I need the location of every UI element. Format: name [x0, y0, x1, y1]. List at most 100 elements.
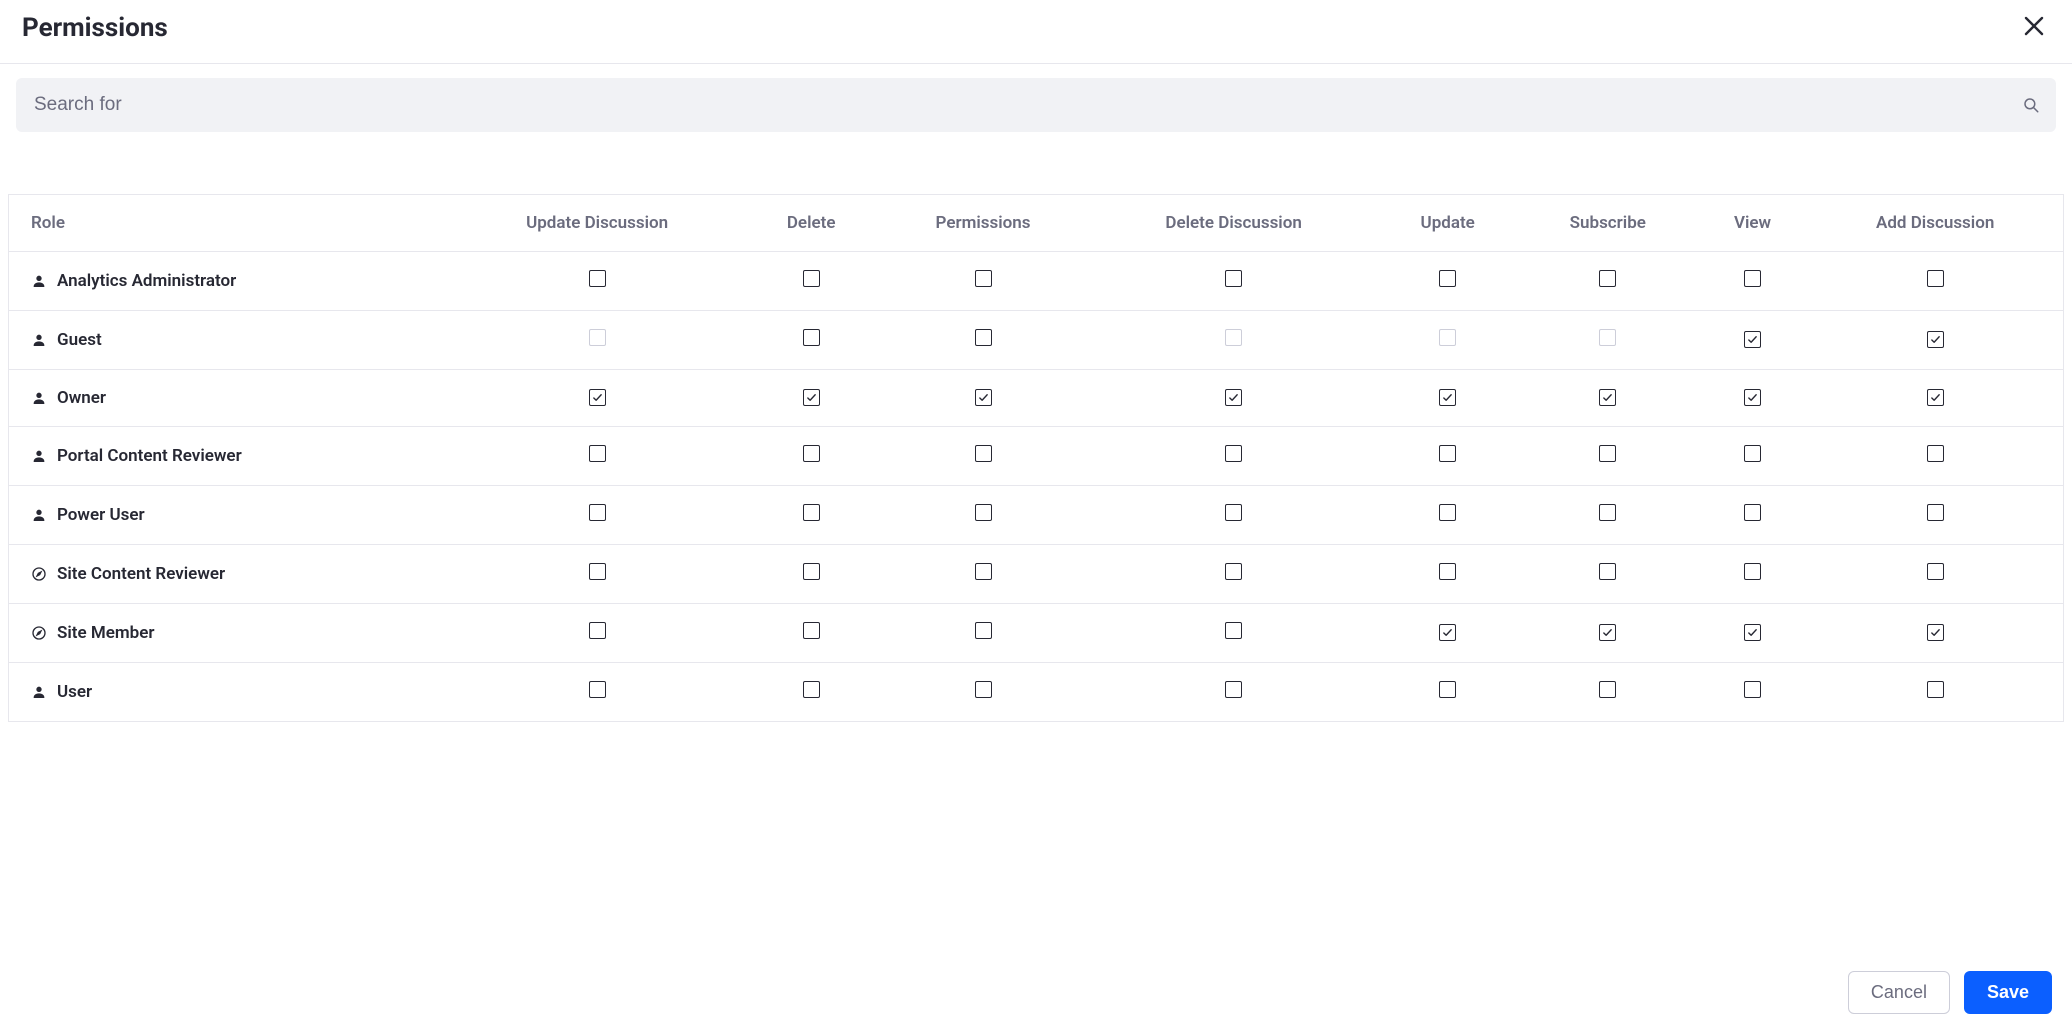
permission-checkbox-update-discussion[interactable]	[589, 445, 606, 462]
permission-cell	[1377, 427, 1517, 486]
permission-checkbox-permissions[interactable]	[975, 563, 992, 580]
permission-checkbox-delete-discussion[interactable]	[1225, 622, 1242, 639]
permission-checkbox-delete-discussion[interactable]	[1225, 504, 1242, 521]
permission-checkbox-update[interactable]	[1439, 389, 1456, 406]
permission-checkbox-update-discussion[interactable]	[589, 622, 606, 639]
save-button[interactable]: Save	[1964, 971, 2052, 1014]
permission-checkbox-view[interactable]	[1744, 563, 1761, 580]
permission-checkbox-subscribe[interactable]	[1599, 270, 1616, 287]
role-name: Site Member	[57, 623, 155, 643]
permission-cell	[448, 604, 746, 663]
permission-checkbox-delete[interactable]	[803, 622, 820, 639]
permission-checkbox-delete[interactable]	[803, 563, 820, 580]
permission-cell	[1807, 545, 2063, 604]
permission-checkbox-add-discussion[interactable]	[1927, 270, 1944, 287]
permission-cell	[448, 486, 746, 545]
permission-checkbox-delete-discussion[interactable]	[1225, 389, 1242, 406]
permission-checkbox-add-discussion[interactable]	[1927, 389, 1944, 406]
permission-checkbox-view[interactable]	[1744, 504, 1761, 521]
permission-checkbox-delete-discussion[interactable]	[1225, 563, 1242, 580]
permission-checkbox-subscribe	[1599, 329, 1616, 346]
permission-checkbox-delete[interactable]	[803, 681, 820, 698]
permission-checkbox-update[interactable]	[1439, 681, 1456, 698]
permission-checkbox-update[interactable]	[1439, 445, 1456, 462]
permission-checkbox-delete-discussion[interactable]	[1225, 270, 1242, 287]
permission-checkbox-view[interactable]	[1744, 270, 1761, 287]
permission-checkbox-permissions[interactable]	[975, 622, 992, 639]
permission-checkbox-subscribe[interactable]	[1599, 681, 1616, 698]
permission-checkbox-update-discussion[interactable]	[589, 681, 606, 698]
permission-checkbox-subscribe[interactable]	[1599, 389, 1616, 406]
permission-checkbox-view[interactable]	[1744, 445, 1761, 462]
permission-checkbox-update[interactable]	[1439, 624, 1456, 641]
permission-cell	[1698, 370, 1808, 427]
permission-cell	[1090, 604, 1378, 663]
permission-checkbox-subscribe[interactable]	[1599, 624, 1616, 641]
cancel-button[interactable]: Cancel	[1848, 971, 1950, 1014]
permission-checkbox-add-discussion[interactable]	[1927, 681, 1944, 698]
permission-checkbox-add-discussion[interactable]	[1927, 331, 1944, 348]
compass-icon	[31, 566, 47, 582]
permission-checkbox-delete-discussion	[1225, 329, 1242, 346]
role-cell: Site Content Reviewer	[9, 545, 449, 604]
permission-checkbox-add-discussion[interactable]	[1927, 563, 1944, 580]
permission-checkbox-delete[interactable]	[803, 270, 820, 287]
permission-cell	[1518, 545, 1698, 604]
role-name: Analytics Administrator	[57, 271, 236, 291]
table-row: Owner	[9, 370, 2064, 427]
permission-checkbox-permissions[interactable]	[975, 270, 992, 287]
permission-checkbox-update	[1439, 329, 1456, 346]
permission-checkbox-add-discussion[interactable]	[1927, 445, 1944, 462]
permission-cell	[448, 252, 746, 311]
permission-checkbox-update-discussion[interactable]	[589, 504, 606, 521]
permission-checkbox-permissions[interactable]	[975, 681, 992, 698]
permission-cell	[1807, 663, 2063, 722]
permission-checkbox-update-discussion[interactable]	[589, 389, 606, 406]
permission-checkbox-delete-discussion[interactable]	[1225, 445, 1242, 462]
permission-cell	[876, 252, 1089, 311]
permission-checkbox-update[interactable]	[1439, 504, 1456, 521]
permission-checkbox-delete[interactable]	[803, 445, 820, 462]
permission-cell	[1518, 370, 1698, 427]
permission-checkbox-permissions[interactable]	[975, 504, 992, 521]
permission-checkbox-delete[interactable]	[803, 504, 820, 521]
permission-cell	[876, 370, 1089, 427]
permission-cell	[1518, 486, 1698, 545]
permission-cell	[1807, 604, 2063, 663]
table-row: Analytics Administrator	[9, 252, 2064, 311]
permission-cell	[1377, 370, 1517, 427]
role-cell: Analytics Administrator	[9, 252, 449, 311]
permission-checkbox-view[interactable]	[1744, 389, 1761, 406]
permission-checkbox-permissions[interactable]	[975, 329, 992, 346]
permission-checkbox-view[interactable]	[1744, 331, 1761, 348]
permission-checkbox-update[interactable]	[1439, 563, 1456, 580]
permission-checkbox-subscribe[interactable]	[1599, 445, 1616, 462]
permission-cell	[1518, 604, 1698, 663]
permission-checkbox-subscribe[interactable]	[1599, 563, 1616, 580]
column-header-update-discussion: Update Discussion	[448, 195, 746, 252]
permission-checkbox-view[interactable]	[1744, 681, 1761, 698]
permission-checkbox-permissions[interactable]	[975, 445, 992, 462]
permission-checkbox-delete[interactable]	[803, 389, 820, 406]
permission-checkbox-view[interactable]	[1744, 624, 1761, 641]
table-row: Power User	[9, 486, 2064, 545]
permission-cell	[1807, 252, 2063, 311]
permission-checkbox-add-discussion[interactable]	[1927, 624, 1944, 641]
close-button[interactable]	[2018, 10, 2050, 45]
permission-checkbox-delete-discussion[interactable]	[1225, 681, 1242, 698]
permission-checkbox-update-discussion[interactable]	[589, 270, 606, 287]
role-cell: Site Member	[9, 604, 449, 663]
permission-cell	[1807, 311, 2063, 370]
permission-checkbox-permissions[interactable]	[975, 389, 992, 406]
permission-checkbox-add-discussion[interactable]	[1927, 504, 1944, 521]
permission-cell	[1377, 311, 1517, 370]
permission-checkbox-subscribe[interactable]	[1599, 504, 1616, 521]
role-name: Guest	[57, 330, 102, 350]
search-box[interactable]	[16, 78, 2056, 132]
permission-checkbox-update-discussion[interactable]	[589, 563, 606, 580]
permission-checkbox-delete[interactable]	[803, 329, 820, 346]
permission-checkbox-update[interactable]	[1439, 270, 1456, 287]
search-input[interactable]	[32, 93, 2022, 117]
permission-cell	[448, 663, 746, 722]
table-row: Portal Content Reviewer	[9, 427, 2064, 486]
